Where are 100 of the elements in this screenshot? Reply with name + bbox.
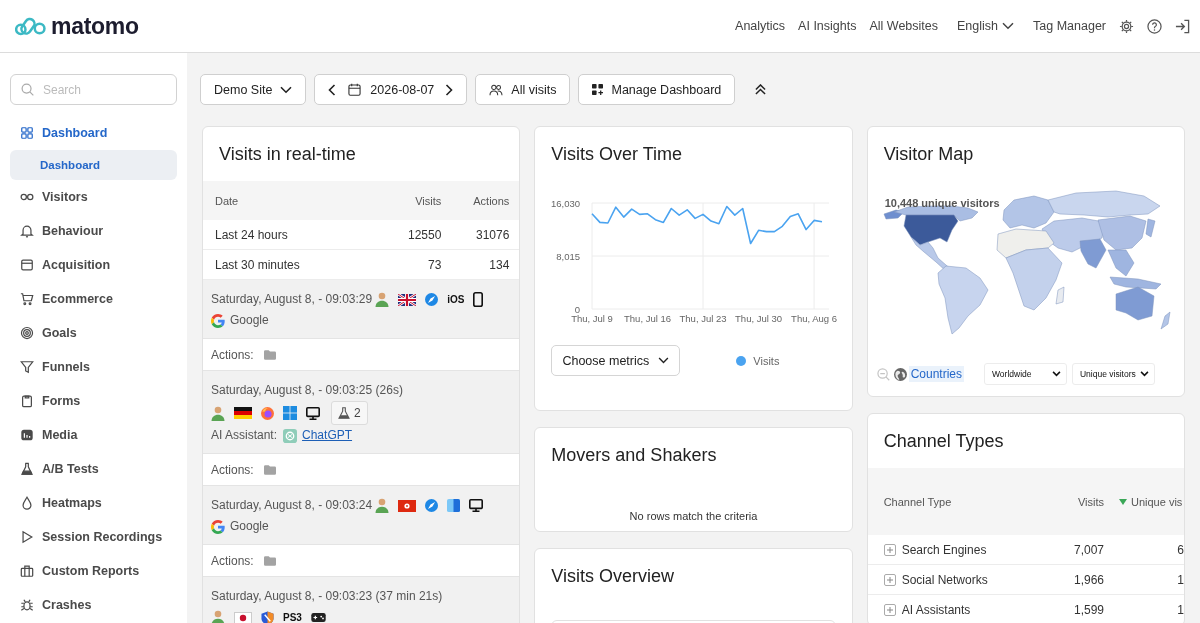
column-header[interactable]: Visits xyxy=(1077,495,1104,508)
sidebar-item[interactable]: Crashes xyxy=(10,588,177,622)
shield-logo-icon xyxy=(261,610,274,623)
sidebar-item[interactable]: Acquisition xyxy=(10,248,177,282)
choose-metrics-button[interactable]: Choose metrics xyxy=(551,345,681,376)
column-header[interactable]: Unique vis xyxy=(1131,495,1183,508)
chevron-down-icon xyxy=(1052,371,1061,377)
x-tick-label: Thu, Aug 6 xyxy=(791,313,838,324)
nav-link[interactable]: AI Insights xyxy=(798,19,857,33)
folder-icon[interactable] xyxy=(263,464,276,475)
table-cell: 1 xyxy=(1177,602,1184,617)
sidebar-item[interactable]: Behaviour xyxy=(10,214,177,248)
manage-dashboard-button[interactable]: Manage Dashboard xyxy=(578,74,736,105)
actions-label: Actions: xyxy=(211,347,254,362)
monitor-icon xyxy=(469,499,484,512)
table-cell: 7,007 xyxy=(1073,542,1104,557)
test-count: 2 xyxy=(354,404,361,422)
region-select[interactable]: Worldwide xyxy=(984,363,1067,385)
expand-icon[interactable] xyxy=(883,543,896,556)
grid-plus-icon xyxy=(592,84,604,95)
nav-link[interactable]: Tag Manager xyxy=(1033,19,1106,33)
column-header: Date xyxy=(215,194,240,207)
globe-icon xyxy=(893,367,907,381)
x-tick-label: Thu, Jul 23 xyxy=(679,313,727,324)
expand-icon[interactable] xyxy=(883,603,896,616)
sidebar-item[interactable]: Media xyxy=(10,418,177,452)
search-field[interactable]: Search xyxy=(10,74,177,105)
metric-select[interactable]: Unique visitors xyxy=(1072,363,1155,385)
table-cell-text: 73 xyxy=(426,257,442,272)
sidebar-item[interactable]: Forms xyxy=(10,384,177,418)
visit-time: Saturday, August 8, - 09:03:24 xyxy=(211,497,373,514)
y-tick-label: 8,015 xyxy=(556,250,581,262)
table-cell-text: 12550 xyxy=(406,227,442,242)
cart-icon xyxy=(20,292,34,306)
widget-title: Channel Types xyxy=(882,430,1005,453)
person-icon[interactable] xyxy=(375,498,390,513)
help-icon[interactable] xyxy=(1147,18,1162,34)
sidebar-item[interactable]: Custom Reports xyxy=(10,554,177,588)
widget-title: Visits in real-time xyxy=(218,143,357,166)
logo-text: matomo xyxy=(51,12,139,40)
table-cell-text: 134 xyxy=(488,257,510,272)
chevron-left-icon[interactable] xyxy=(328,83,337,96)
x-tick-label: Thu, Jul 9 xyxy=(571,313,614,324)
sidebar-item[interactable]: Funnels xyxy=(10,350,177,384)
grid-icon xyxy=(20,126,34,140)
gamepad-icon xyxy=(310,613,326,622)
date-value[interactable]: 2026-08-07 xyxy=(370,82,435,97)
sidebar-item[interactable]: A/B Tests xyxy=(10,452,177,486)
test-badge[interactable]: 2 xyxy=(331,401,368,425)
sort-triangle-icon[interactable] xyxy=(1119,498,1127,505)
folder-icon[interactable] xyxy=(263,555,276,566)
people-icon xyxy=(489,83,504,96)
referrer-name: Google xyxy=(230,518,269,535)
g-logo-icon xyxy=(211,313,225,328)
table-cell: 1,966 xyxy=(1073,572,1104,587)
countries-link[interactable]: Countries xyxy=(908,366,964,382)
referrer-link[interactable]: ChatGPT xyxy=(302,425,353,446)
person-icon[interactable] xyxy=(211,405,225,421)
folder-icon[interactable] xyxy=(263,349,276,360)
four-squares-icon xyxy=(283,406,297,420)
zoom-out-icon[interactable] xyxy=(876,367,890,381)
calendar-icon xyxy=(348,83,362,96)
sidebar-item[interactable]: Goals xyxy=(10,316,177,350)
table-cell: 1,599 xyxy=(1073,602,1104,617)
table-cell: 6 xyxy=(1177,542,1184,557)
referrer-name: Google xyxy=(230,312,269,329)
sidebar-subitem[interactable]: Dashboard xyxy=(10,150,177,180)
sidebar-item[interactable]: Heatmaps xyxy=(10,486,177,520)
chevron-right-icon[interactable] xyxy=(445,83,454,96)
sidebar-item[interactable]: Ecommerce xyxy=(10,282,177,316)
site-selector[interactable]: Demo Site xyxy=(200,74,307,105)
visit-time: Saturday, August 8, - 09:03:23 (37 min 21s) xyxy=(211,588,443,605)
actions-label: Actions: xyxy=(211,553,254,568)
expand-icon[interactable] xyxy=(883,573,896,586)
table-cell-text: 31076 xyxy=(474,227,510,242)
person-icon[interactable] xyxy=(211,610,225,623)
person-icon[interactable] xyxy=(375,292,390,307)
chevron-down-icon xyxy=(658,357,670,364)
column-header[interactable]: Channel Type xyxy=(883,495,952,508)
nav-link[interactable]: Analytics xyxy=(735,19,786,33)
column-header: Actions xyxy=(472,194,510,207)
sidebar-item[interactable]: Session Recordings xyxy=(10,520,177,554)
settings-icon[interactable] xyxy=(1119,18,1134,34)
column-header: Visits xyxy=(414,194,442,207)
sidebar-item[interactable]: Visitors xyxy=(10,180,177,214)
flag-icon xyxy=(234,611,252,623)
y-tick-label: 0 xyxy=(575,303,581,315)
widget-title: Visits Over Time xyxy=(550,143,684,166)
sidebar-item[interactable]: Dashboard xyxy=(10,116,177,150)
nav-link[interactable]: All Websites xyxy=(869,19,939,33)
table-cell: Search Engines xyxy=(901,542,987,557)
double-chevron-up-icon[interactable] xyxy=(755,84,767,95)
table-cell: 1 xyxy=(1177,572,1184,587)
logout-icon[interactable] xyxy=(1175,18,1190,34)
chevron-down-icon xyxy=(1140,371,1149,377)
table-cell-text: Last 24 hours xyxy=(215,227,289,242)
language-menu[interactable]: English xyxy=(957,19,1015,33)
segment-selector[interactable]: All visits xyxy=(475,74,571,105)
legend-label[interactable]: Visits xyxy=(753,354,780,367)
knot-logo-icon xyxy=(283,428,298,443)
